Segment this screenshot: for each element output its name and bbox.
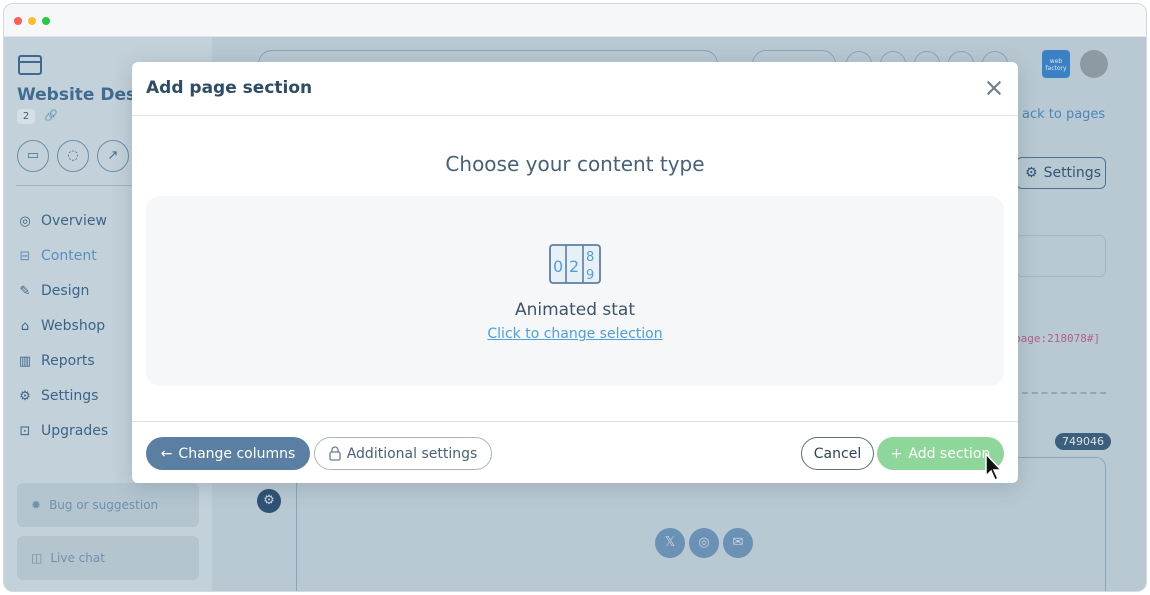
instagram-icon[interactable]: ◎ <box>689 528 719 558</box>
content-type-card[interactable]: 0 2 8 9 Animated stat Click to change se… <box>146 196 1004 386</box>
svg-text:9: 9 <box>586 268 594 283</box>
live-chat-label: Live chat <box>50 551 105 565</box>
x-social-icon[interactable]: 𝕏 <box>655 528 685 558</box>
bug-suggestion-button[interactable]: ✹ Bug or suggestion <box>17 483 199 527</box>
dashed-divider <box>1022 392 1106 394</box>
live-chat-button[interactable]: ◫ Live chat <box>17 536 199 580</box>
section-settings-icon[interactable]: ⚙ <box>257 489 281 513</box>
sidebar-item-label: Settings <box>41 388 99 404</box>
sidebar-item-label: Content <box>41 248 97 264</box>
sidebar-item-label: Reports <box>41 353 95 369</box>
sidebar-item-design[interactable]: ✎ Design <box>17 280 90 302</box>
sidebar-item-overview[interactable]: ◎ Overview <box>17 210 107 232</box>
modal-header: Add page section <box>132 62 1018 116</box>
gear-icon: ⚙ <box>19 388 31 404</box>
add-page-section-modal: Add page section Choose your content typ… <box>132 62 1018 483</box>
folder-icon[interactable]: ▭ <box>17 140 49 172</box>
cancel-button[interactable]: Cancel <box>801 437 874 470</box>
plus-icon: + <box>890 445 903 462</box>
window-layout-icon[interactable] <box>18 55 42 75</box>
additional-settings-button[interactable]: Additional settings <box>314 437 492 470</box>
svg-text:0: 0 <box>553 257 563 276</box>
sidebar-item-label: Upgrades <box>41 423 109 439</box>
gear-icon: ⚙ <box>1025 165 1038 181</box>
svg-text:8: 8 <box>586 250 594 265</box>
site-badge: 2 <box>17 109 35 124</box>
sidebar-item-reports[interactable]: ▥ Reports <box>17 350 95 372</box>
content-type-label: Animated stat <box>514 300 636 320</box>
sidebar-item-upgrades[interactable]: ⊡ Upgrades <box>17 420 109 442</box>
chat-bubbles-icon[interactable]: ◌ <box>57 140 89 172</box>
avatar[interactable] <box>1080 50 1108 78</box>
bug-icon: ✹ <box>31 498 42 512</box>
page-field[interactable] <box>1016 235 1106 277</box>
sidebar-item-webshop[interactable]: ⌂ Webshop <box>17 315 105 337</box>
external-link-icon[interactable]: ↗ <box>97 140 129 172</box>
minimize-window-button[interactable] <box>28 17 36 25</box>
sidebar-divider <box>16 185 136 186</box>
settings-label: Settings <box>1043 165 1101 181</box>
sidebar-item-label: Webshop <box>41 318 106 334</box>
chat-icon: ◫ <box>31 551 43 565</box>
window-titlebar <box>4 4 1146 37</box>
sidebar-item-label: Design <box>41 283 90 299</box>
email-icon[interactable]: ✉ <box>723 528 753 558</box>
compass-icon: ◎ <box>19 213 31 229</box>
close-icon[interactable] <box>982 76 1006 100</box>
sidebar-item-content[interactable]: ⊟ Content <box>17 245 97 267</box>
link-icon[interactable]: 🔗 <box>44 109 58 122</box>
content-tree-icon: ⊟ <box>19 248 31 264</box>
sidebar-item-settings[interactable]: ⚙ Settings <box>17 385 98 407</box>
arrow-left-icon: ← <box>160 445 173 462</box>
code-snippet: page:218078#] <box>1014 332 1101 345</box>
design-tools-icon: ✎ <box>19 283 31 299</box>
animated-stat-icon: 0 2 8 9 <box>549 244 601 284</box>
chart-icon: ▥ <box>18 353 32 369</box>
webfactory-logo[interactable]: web factory <box>1042 50 1070 78</box>
close-window-button[interactable] <box>14 17 22 25</box>
back-to-pages-link[interactable]: ack to pages <box>1022 107 1105 122</box>
upgrade-icon: ⊡ <box>19 423 31 439</box>
modal-footer: ← Change columns Additional settings Can… <box>132 421 1018 483</box>
maximize-window-button[interactable] <box>42 17 50 25</box>
mouse-cursor-icon <box>985 452 1003 482</box>
bug-suggestion-label: Bug or suggestion <box>49 498 159 512</box>
change-columns-button[interactable]: ← Change columns <box>146 437 310 470</box>
content-type-heading: Choose your content type <box>445 152 705 176</box>
add-section-label: Add section <box>908 445 991 462</box>
lock-icon <box>329 446 341 461</box>
change-columns-label: Change columns <box>178 445 296 462</box>
change-selection-link[interactable]: Click to change selection <box>146 326 1004 342</box>
additional-settings-label: Additional settings <box>346 445 478 462</box>
page-settings-button[interactable]: ⚙ Settings <box>1016 157 1106 189</box>
basket-icon: ⌂ <box>20 318 30 334</box>
svg-text:2: 2 <box>569 257 579 276</box>
modal-title: Add page section <box>146 78 313 98</box>
sidebar-item-label: Overview <box>41 213 107 229</box>
section-id-badge: 749046 <box>1055 433 1111 450</box>
